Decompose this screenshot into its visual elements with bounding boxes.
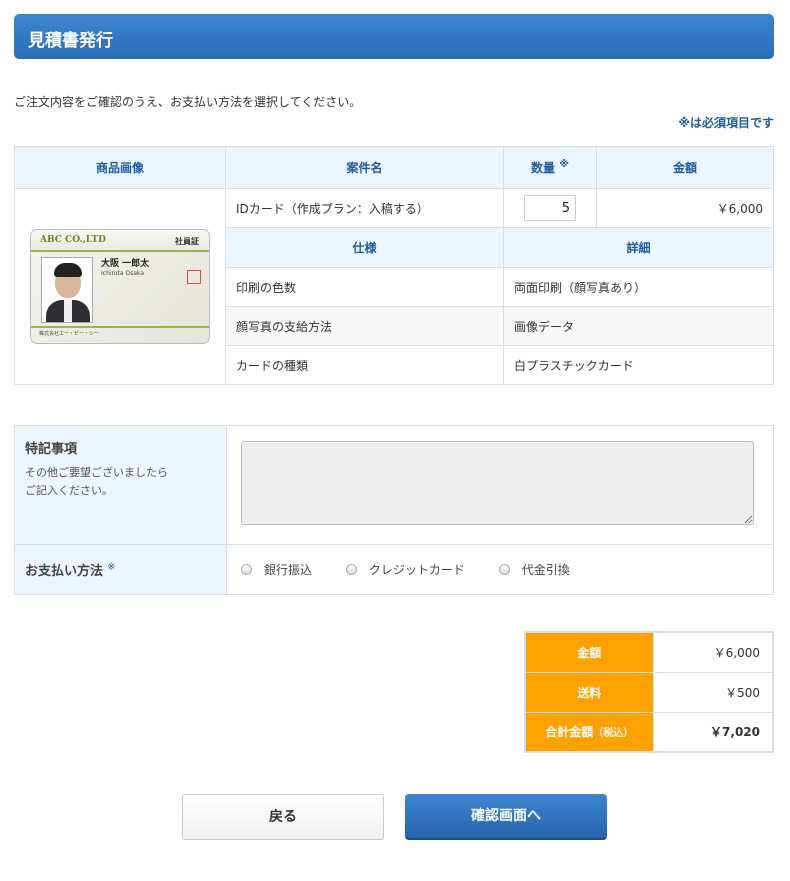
detail-header: 詳細: [503, 227, 774, 268]
spec-label: 顔写真の支給方法: [225, 306, 504, 346]
radio-icon[interactable]: [345, 564, 357, 575]
card-name-roman: Ichirota Osaka: [101, 270, 145, 277]
required-note: ※は必須項目です: [678, 116, 774, 130]
notes-input-cell: [226, 425, 774, 545]
spec-value: 両面印刷（顔写真あり）: [503, 267, 774, 307]
item-price: ￥6,000: [596, 188, 774, 228]
spec-value: 画像データ: [503, 306, 774, 346]
payment-label: お支払い方法: [25, 564, 104, 579]
header-quantity-label: 数量: [531, 161, 556, 175]
notes-subtitle-line1: その他ご要望ございましたら: [25, 466, 168, 479]
header-name: 案件名: [225, 146, 504, 189]
confirm-button[interactable]: 確認画面へ: [405, 794, 607, 840]
total-value: ￥7,020: [652, 711, 774, 753]
payment-row: お支払い方法 ※ 銀行振込 クレジットカード 代金引換: [14, 544, 774, 595]
payment-option-label: クレジットカード: [368, 563, 465, 577]
radio-icon[interactable]: [241, 564, 252, 575]
payment-option-label: 銀行振込: [264, 563, 313, 577]
header-price: 金額: [596, 146, 774, 189]
card-stamp-icon: [187, 270, 201, 284]
spec-label: カードの種類: [225, 345, 504, 385]
header-image: 商品画像: [14, 146, 226, 189]
totals-row: 送料 ￥500: [524, 671, 774, 713]
payment-radio-group: 銀行振込 クレジットカード 代金引換: [227, 561, 773, 578]
order-header-row: 商品画像 案件名 数量 ※ 金額: [14, 146, 774, 189]
item-row: ABC CO.,LTD 社員証 大阪 一郎太 Ichirota Osaka 株式…: [14, 188, 774, 385]
notes-subtitle-line2: ご記入ください。: [25, 484, 113, 497]
card-photo: [41, 257, 93, 323]
card-info: 大阪 一郎太 Ichirota Osaka: [101, 260, 149, 278]
card-name: 大阪 一郎太: [101, 259, 150, 269]
notes-row: 特記事項 その他ご要望ございましたら ご記入ください。: [14, 425, 774, 545]
total-label-cell: 合計金額（税込）: [524, 711, 654, 753]
payment-option-bank-transfer[interactable]: 銀行振込: [241, 561, 312, 578]
spec-value: 白プラスチックカード: [503, 345, 774, 385]
page-title: 見積書発行: [28, 31, 113, 51]
product-image-cell: ABC CO.,LTD 社員証 大阪 一郎太 Ichirota Osaka 株式…: [14, 188, 226, 385]
payment-option-credit-card[interactable]: クレジットカード: [345, 561, 465, 578]
payment-option-label: 代金引換: [521, 563, 570, 577]
spec-header: 仕様: [225, 227, 504, 268]
required-mark: ※: [107, 561, 116, 573]
payment-options-cell: 銀行振込 クレジットカード 代金引換: [226, 544, 774, 595]
back-button[interactable]: 戻る: [182, 794, 384, 840]
spec-label: 印刷の色数: [225, 267, 504, 307]
payment-label-cell: お支払い方法 ※: [14, 544, 227, 595]
card-company: 株式会社エー・ビー・シー: [31, 326, 209, 337]
notes-label-cell: 特記事項 その他ご要望ございましたら ご記入ください。: [14, 425, 227, 545]
payment-option-cash-on-delivery[interactable]: 代金引換: [498, 561, 570, 578]
header-quantity: 数量 ※: [503, 146, 597, 189]
card-logo: ABC CO.,LTD: [40, 235, 106, 245]
order-table: 商品画像 案件名 数量 ※ 金額 ABC CO.,LTD 社員証 大阪 一郎太 …: [14, 146, 774, 385]
totals-row: 合計金額（税込） ￥7,020: [524, 711, 774, 753]
shipping-label: 送料: [524, 671, 654, 713]
shipping-value: ￥500: [652, 671, 774, 713]
amount-label: 金額: [524, 631, 654, 673]
intro-text: ご注文内容をご確認のうえ、お支払い方法を選択してください。: [14, 95, 362, 109]
totals-table: 金額 ￥6,000 送料 ￥500 合計金額（税込） ￥7,020: [524, 631, 774, 753]
amount-value: ￥6,000: [652, 631, 774, 673]
id-card-image: ABC CO.,LTD 社員証 大阪 一郎太 Ichirota Osaka 株式…: [30, 229, 210, 344]
item-name: IDカード（作成プラン：入稿する）: [225, 188, 504, 228]
notes-textarea[interactable]: [241, 441, 754, 525]
notes-title: 特記事項: [25, 442, 78, 457]
required-mark: ※: [559, 159, 569, 170]
quantity-cell: [503, 188, 597, 228]
total-label: 合計金額: [545, 725, 594, 740]
quantity-input[interactable]: [524, 195, 576, 221]
total-tax-note: （税込）: [593, 728, 634, 740]
radio-icon[interactable]: [498, 564, 510, 575]
card-label: 社員証: [175, 237, 199, 246]
notes-subtitle: その他ご要望ございましたら ご記入ください。: [25, 464, 216, 500]
notes-payment-table: 特記事項 その他ご要望ございましたら ご記入ください。 お支払い方法 ※ 銀行振…: [14, 425, 774, 595]
page-title-bar: 見積書発行: [14, 14, 774, 59]
totals-row: 金額 ￥6,000: [524, 631, 774, 673]
